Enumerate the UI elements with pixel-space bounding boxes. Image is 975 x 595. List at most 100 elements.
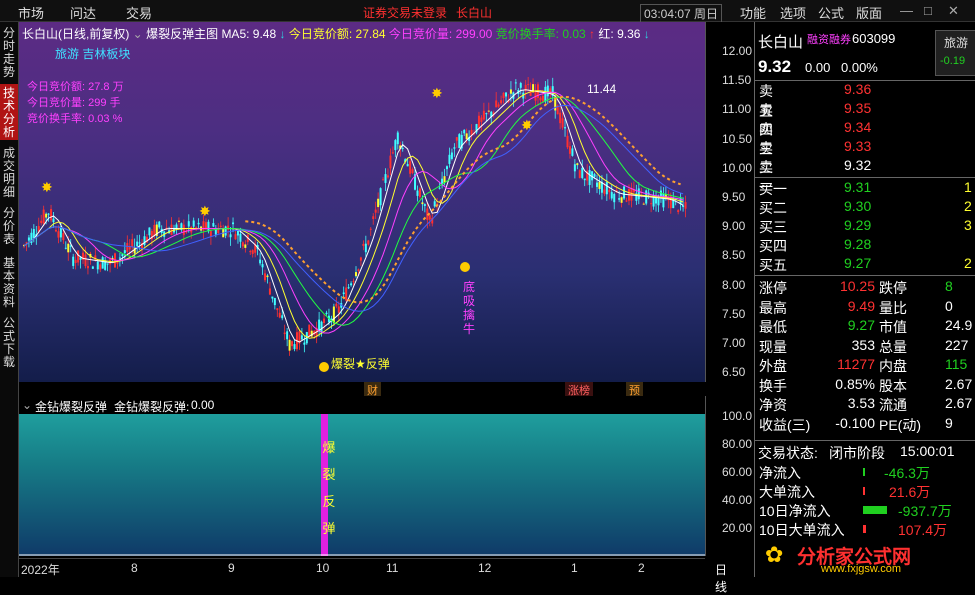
menu-function[interactable]: 功能 [740, 3, 766, 22]
divider-4 [755, 440, 975, 441]
top-menu-bar: 市场 问达 交易 证券交易未登录 长白山 03:04:07 周日 功能 选项 公… [0, 0, 975, 23]
indicator-pane[interactable]: 爆裂反弹 [19, 396, 705, 556]
candle-body [261, 264, 264, 268]
candle-body [682, 205, 685, 207]
signal-circle-icon [460, 262, 470, 272]
stat-value-2: 115 [945, 356, 968, 372]
nav-download[interactable]: 公式下载 [0, 314, 18, 370]
candle-body [423, 204, 426, 206]
stat-value: 0.85% [835, 375, 875, 392]
price-tick: 8.00 [722, 277, 746, 292]
restore-icon[interactable]: □ [924, 3, 932, 18]
candle-body [345, 287, 348, 301]
stat-row: 最高 9.49 量比 0 [759, 298, 975, 317]
candle-body [342, 292, 345, 295]
stat-row: 最低 9.27 市值 24.9 [759, 317, 975, 336]
candle-body [207, 221, 210, 232]
signal-person-icon: ✸ [41, 179, 53, 195]
candle-body [335, 303, 338, 307]
stat-row: 换手 0.85% 股本 2.67 [759, 376, 975, 395]
sector-tab-pct: -0.19 [940, 55, 966, 67]
stat-label-2: 跌停 [879, 280, 907, 296]
candle-body [158, 221, 161, 228]
stat-value-2: 8 [945, 278, 953, 294]
menu-layout[interactable]: 版面 [856, 3, 882, 22]
menu-market[interactable]: 市场 [18, 3, 44, 22]
nav-technical[interactable]: 技术分析 [0, 84, 18, 140]
candle-body [187, 221, 190, 227]
candle-body [605, 181, 608, 195]
indicator-header: ⌄ 金钻爆裂反弹 金钻爆裂反弹: 0.00 [19, 396, 705, 414]
period-label[interactable]: 日线 [715, 561, 727, 595]
nav-basic[interactable]: 基本资料 [0, 254, 18, 310]
nav-deals[interactable]: 成交明细 [0, 144, 18, 200]
candle-body [350, 283, 353, 286]
price-tick: 9.00 [722, 219, 746, 234]
stat-value-2: 2.67 [945, 395, 973, 411]
candle-body [541, 95, 544, 102]
candle-body [131, 239, 134, 247]
candle-body [86, 265, 89, 269]
menu-formula[interactable]: 公式 [818, 3, 844, 22]
candle-body [293, 344, 296, 350]
sector-tab-name: 旅游 [944, 36, 969, 50]
candle-body [182, 224, 185, 235]
candle-body [281, 315, 284, 319]
minimize-icon[interactable]: — [900, 3, 913, 18]
candle-body [202, 221, 205, 231]
candle-body [401, 147, 404, 149]
bid-volume: 3 [964, 217, 972, 233]
candle-body [67, 243, 70, 253]
candle-body [54, 229, 57, 232]
stat-label-2: 总量 [879, 338, 907, 355]
signal-circle-icon [319, 362, 329, 372]
stock-name-top: 长白山 [456, 6, 493, 20]
bid-price: 9.28 [844, 236, 872, 252]
bid-row-4[interactable]: 买四 9.28 [759, 236, 975, 255]
candle-body [421, 202, 424, 205]
bid-row-3[interactable]: 买三 9.29 3 [759, 217, 975, 236]
stat-value: -0.100 [835, 414, 875, 431]
candle-body [62, 233, 65, 241]
candle-body [286, 331, 289, 340]
menu-qa[interactable]: 问达 [70, 3, 96, 22]
indicator-title[interactable]: 金钻爆裂反弹 [35, 398, 107, 415]
candle-body [362, 243, 365, 246]
candle-body [487, 110, 490, 112]
candle-body [465, 133, 468, 140]
nav-timeshare[interactable]: 分时走势 [0, 24, 18, 80]
price-change-pct: 0.00% [841, 60, 878, 75]
bid-row-5[interactable]: 买五 9.27 2 [759, 255, 975, 274]
sector-tab[interactable]: 旅游 -0.19 [935, 30, 975, 76]
candle-body [596, 182, 599, 187]
trade-status-time: 15:00:01 [900, 443, 955, 459]
candle-body [276, 308, 279, 311]
candle-body [620, 197, 623, 203]
candle-body [438, 187, 441, 189]
close-icon[interactable]: ✕ [948, 3, 959, 19]
candle-body [244, 244, 247, 248]
stat-value: 10.25 [839, 278, 875, 294]
candle-body [566, 135, 569, 148]
bid-row-2[interactable]: 买二 9.30 2 [759, 198, 975, 217]
price-tick: 10.50 [722, 131, 753, 146]
chevron-down-icon-2[interactable]: ⌄ [22, 398, 32, 412]
bid-row-1[interactable]: 买一 9.31 1 [759, 179, 975, 198]
candle-body [42, 209, 45, 224]
indicator-tick: 20.00 [722, 521, 753, 535]
flow-value: -937.7万 [898, 503, 952, 519]
stat-label-2: 股本 [879, 377, 907, 394]
candle-body [448, 154, 451, 164]
ask-price: 9.32 [844, 157, 872, 173]
candle-body [325, 312, 328, 315]
candle-body [588, 170, 591, 186]
nav-pricetable[interactable]: 分价表 [0, 204, 18, 250]
menu-options[interactable]: 选项 [780, 3, 806, 22]
candle-body [50, 209, 53, 221]
candle-body [561, 118, 564, 128]
menu-trade[interactable]: 交易 [126, 3, 152, 22]
login-status[interactable]: 证券交易未登录 [363, 4, 447, 21]
main-kline-chart[interactable]: 长白山(日线,前复权) ⌄ 爆裂反弹主图 MA5: 9.48 ↓ 今日竞价额: … [19, 22, 705, 382]
candle-body [197, 222, 200, 225]
moving-average-line [23, 91, 684, 334]
